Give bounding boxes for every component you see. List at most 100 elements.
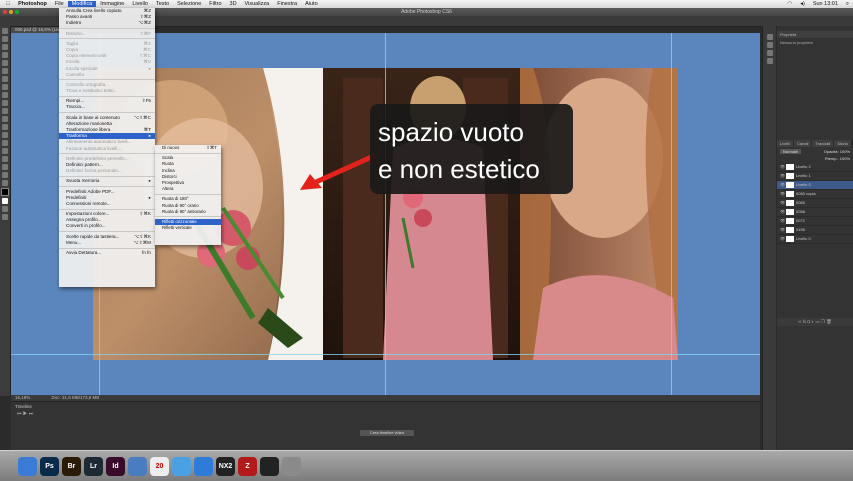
appstore-icon[interactable] <box>194 456 213 476</box>
layer-row[interactable]: 👁 0058 <box>777 208 853 217</box>
menu-testo[interactable]: Testo <box>152 1 173 7</box>
eye-icon[interactable]: 👁 <box>780 210 785 214</box>
lasso-tool-icon[interactable] <box>2 44 8 50</box>
terminal-icon[interactable] <box>260 456 279 476</box>
search-icon[interactable]: ⌕ <box>842 1 853 8</box>
gradient-tool-icon[interactable] <box>2 116 8 122</box>
eye-icon[interactable]: 👁 <box>780 219 785 223</box>
layer-row[interactable]: 👁 0072 <box>777 217 853 226</box>
marquee-tool-icon[interactable] <box>2 36 8 42</box>
eye-icon[interactable]: 👁 <box>780 201 785 205</box>
shape-tool-icon[interactable] <box>2 164 8 170</box>
transform-submenu-item[interactable]: Di nuovo ⇧⌘T <box>155 145 221 151</box>
layer-row[interactable]: 👁 0155 <box>777 226 853 235</box>
tab-layers[interactable]: Livelli <box>777 140 794 147</box>
zoom-level[interactable]: 16,18% <box>11 395 30 400</box>
adjustments-panel-icon[interactable] <box>766 50 773 56</box>
brush-tool-icon[interactable] <box>2 84 8 90</box>
guide-line[interactable] <box>11 354 760 355</box>
transform-submenu-item[interactable]: Altera <box>155 186 221 192</box>
nx2-icon[interactable]: NX2 <box>216 456 235 476</box>
trash-icon[interactable] <box>282 456 301 476</box>
path-select-tool-icon[interactable] <box>2 156 8 162</box>
add-mask-icon[interactable]: ◘ <box>807 319 810 324</box>
menu-file[interactable]: File <box>51 1 68 7</box>
eyedropper-tool-icon[interactable] <box>2 68 8 74</box>
menu-filtro[interactable]: Filtro <box>205 1 225 7</box>
tab-history[interactable]: Storia <box>834 140 851 147</box>
bridge-icon[interactable]: Br <box>62 456 81 476</box>
menubar-clock[interactable]: Sun 13:01 <box>809 1 842 7</box>
crop-tool-icon[interactable] <box>2 60 8 66</box>
properties-panel-icon[interactable] <box>766 42 773 48</box>
filezilla-icon[interactable]: Z <box>238 456 257 476</box>
healing-tool-icon[interactable] <box>2 76 8 82</box>
next-frame-icon[interactable]: ⏭ <box>29 411 34 417</box>
blend-mode-select[interactable]: Normale <box>780 149 802 154</box>
eye-icon[interactable]: 👁 <box>780 192 785 196</box>
menu-immagine[interactable]: Immagine <box>96 1 128 7</box>
edit-menu-item[interactable]: Indietro ⌥⌘Z <box>59 20 155 26</box>
eraser-tool-icon[interactable] <box>2 108 8 114</box>
screen-mode-icon[interactable] <box>2 214 8 220</box>
edit-menu-item[interactable]: Connessioni remote... <box>59 201 155 207</box>
play-icon[interactable]: ▶ <box>23 411 27 417</box>
edit-menu-item[interactable]: Definisci forma personale... <box>59 168 155 174</box>
menu-app-name[interactable]: Photoshop <box>14 1 51 7</box>
opacity-value[interactable]: 100% <box>840 149 850 154</box>
tab-paths[interactable]: Tracciati <box>812 140 834 147</box>
minimize-window-icon[interactable] <box>9 10 13 14</box>
create-video-timeline-button[interactable]: Crea timeline video <box>360 430 414 436</box>
indesign-icon[interactable]: Id <box>106 456 125 476</box>
apple-icon[interactable]:  <box>0 1 14 7</box>
pen-tool-icon[interactable] <box>2 140 8 146</box>
menu-finestra[interactable]: Finestra <box>273 1 301 7</box>
foreground-color-swatch[interactable] <box>1 188 9 196</box>
move-tool-icon[interactable] <box>2 28 8 34</box>
eye-icon[interactable]: 👁 <box>780 165 785 169</box>
eye-icon[interactable]: 👁 <box>780 183 785 187</box>
edit-menu-item[interactable]: Cancella <box>59 72 155 78</box>
adjustment-layer-icon[interactable]: ◐ <box>811 319 814 324</box>
link-layers-icon[interactable]: ∞ <box>798 319 801 324</box>
edit-menu-item[interactable]: Fusione automatica livelli... <box>59 146 155 152</box>
layer-style-icon[interactable]: fx <box>803 319 807 324</box>
menu-visualizza[interactable]: Visualizza <box>241 1 274 7</box>
type-tool-icon[interactable] <box>2 148 8 154</box>
layer-row[interactable]: 👁 0065 copia <box>777 190 853 199</box>
layer-row[interactable]: 👁 Livello 1 <box>777 172 853 181</box>
menu-livello[interactable]: Livello <box>128 1 152 7</box>
actions-panel-icon[interactable] <box>766 58 773 64</box>
eye-icon[interactable]: 👁 <box>780 237 785 241</box>
edit-menu-item[interactable]: Svuota memoria ▸ <box>59 178 155 184</box>
layer-row[interactable]: 👁 Livello 0 <box>777 181 853 190</box>
transform-submenu-item[interactable]: Ruota di 90° antiorario <box>155 209 221 215</box>
volume-icon[interactable]: ◂) <box>796 1 809 7</box>
guide-line[interactable] <box>671 33 672 395</box>
tab-channels[interactable]: Canali <box>794 140 812 147</box>
zoom-window-icon[interactable] <box>15 10 19 14</box>
mail-icon[interactable] <box>128 456 147 476</box>
dodge-tool-icon[interactable] <box>2 132 8 138</box>
edit-menu-item[interactable]: Avvia Dettatura... fn fn <box>59 250 155 256</box>
first-frame-icon[interactable]: ⏮ <box>17 411 22 417</box>
quick-mask-icon[interactable] <box>2 206 8 212</box>
fill-value[interactable]: 100% <box>840 156 850 161</box>
hand-tool-icon[interactable] <box>2 172 8 178</box>
photoshop-icon[interactable]: Ps <box>40 456 59 476</box>
menu-modifica[interactable]: Modifica <box>67 1 97 7</box>
menu-3d[interactable]: 3D <box>226 1 241 7</box>
blur-tool-icon[interactable] <box>2 124 8 130</box>
itunes-icon[interactable] <box>172 456 191 476</box>
zoom-tool-icon[interactable] <box>2 180 8 186</box>
delete-layer-icon[interactable]: 🗑 <box>826 319 832 324</box>
edit-menu-item[interactable]: Traccia... <box>59 104 155 110</box>
edit-menu-item[interactable]: Dissolvi... ⇧⌘F <box>59 31 155 37</box>
wifi-icon[interactable]: ◠ <box>783 1 796 7</box>
eye-icon[interactable]: 👁 <box>780 228 785 232</box>
layer-row[interactable]: 👁 0065 <box>777 199 853 208</box>
doc-size[interactable]: Doc: 31,8 MB/173,8 MB <box>32 395 100 400</box>
eye-icon[interactable]: 👁 <box>780 174 785 178</box>
close-window-icon[interactable] <box>3 10 7 14</box>
finder-icon[interactable] <box>18 456 37 476</box>
